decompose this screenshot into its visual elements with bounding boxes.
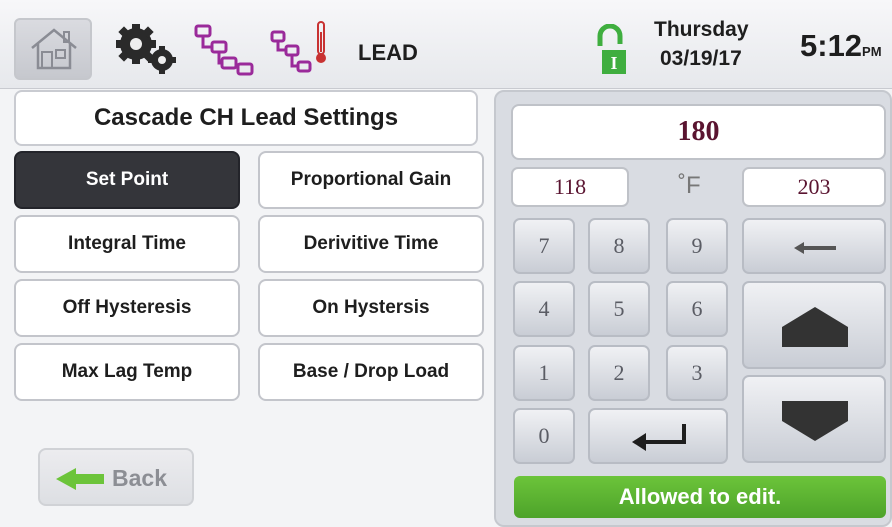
decrement-button[interactable] xyxy=(742,375,886,463)
key-6[interactable]: 6 xyxy=(666,281,728,337)
backspace-icon xyxy=(794,242,836,254)
unit-label: ˚F xyxy=(678,172,701,199)
derivative-time-button[interactable]: Derivitive Time xyxy=(258,215,484,273)
key-2[interactable]: 2 xyxy=(588,345,650,401)
key-5[interactable]: 5 xyxy=(588,281,650,337)
key-9[interactable]: 9 xyxy=(666,218,728,274)
key-4[interactable]: 4 xyxy=(513,281,575,337)
on-hysteresis-button[interactable]: On Hystersis xyxy=(258,279,484,337)
key-0[interactable]: 0 xyxy=(513,408,575,464)
key-8[interactable]: 8 xyxy=(588,218,650,274)
home-icon xyxy=(31,28,77,70)
gear-icon xyxy=(116,24,176,74)
max-lag-temp-button[interactable]: Max Lag Temp xyxy=(14,343,240,401)
max-value: 203 xyxy=(742,167,886,207)
key-7[interactable]: 7 xyxy=(513,218,575,274)
enter-icon xyxy=(632,424,686,451)
off-hysteresis-button[interactable]: Off Hysteresis xyxy=(14,279,240,337)
base-drop-load-button[interactable]: Base / Drop Load xyxy=(258,343,484,401)
screen: LEAD I Thursday 03/19/17 5:12PM Cascade … xyxy=(0,0,892,527)
edit-status-bar: Allowed to edit. xyxy=(514,476,886,518)
clock: 5:12PM xyxy=(800,28,882,64)
set-point-button[interactable]: Set Point xyxy=(14,151,240,209)
proportional-gain-button[interactable]: Proportional Gain xyxy=(258,151,484,209)
arrow-down-icon xyxy=(782,401,848,441)
increment-button[interactable] xyxy=(742,281,886,369)
page-title: Cascade CH Lead Settings xyxy=(14,90,478,146)
boiler-tree-thermometer-icon xyxy=(270,21,326,73)
home-button[interactable] xyxy=(14,18,92,80)
lock-open-icon: I xyxy=(597,23,626,74)
svg-text:I: I xyxy=(610,53,617,73)
key-1[interactable]: 1 xyxy=(513,345,575,401)
backspace-button[interactable] xyxy=(742,218,886,274)
boiler-tree-button[interactable] xyxy=(194,24,258,83)
ampm-label: PM xyxy=(862,44,882,59)
time-label: 5:12 xyxy=(800,28,863,63)
integral-time-button[interactable]: Integral Time xyxy=(14,215,240,273)
back-button[interactable]: Back xyxy=(38,448,194,506)
boiler-tree-icon xyxy=(194,24,254,76)
arrow-up-icon xyxy=(782,307,848,347)
enter-button[interactable] xyxy=(588,408,728,464)
value-display[interactable]: 180 xyxy=(511,104,886,160)
settings-button[interactable] xyxy=(112,22,182,83)
top-bar: LEAD I Thursday 03/19/17 5:12PM xyxy=(0,0,892,89)
edit-lock-button[interactable]: I xyxy=(594,23,628,81)
date-label: 03/19/17 xyxy=(660,47,742,70)
min-value: 118 xyxy=(511,167,629,207)
mode-label: LEAD xyxy=(358,40,418,65)
day-label: Thursday xyxy=(654,18,749,41)
boiler-temp-button[interactable] xyxy=(270,20,336,85)
back-label: Back xyxy=(112,465,167,491)
key-3[interactable]: 3 xyxy=(666,345,728,401)
back-arrow-icon xyxy=(56,468,104,490)
